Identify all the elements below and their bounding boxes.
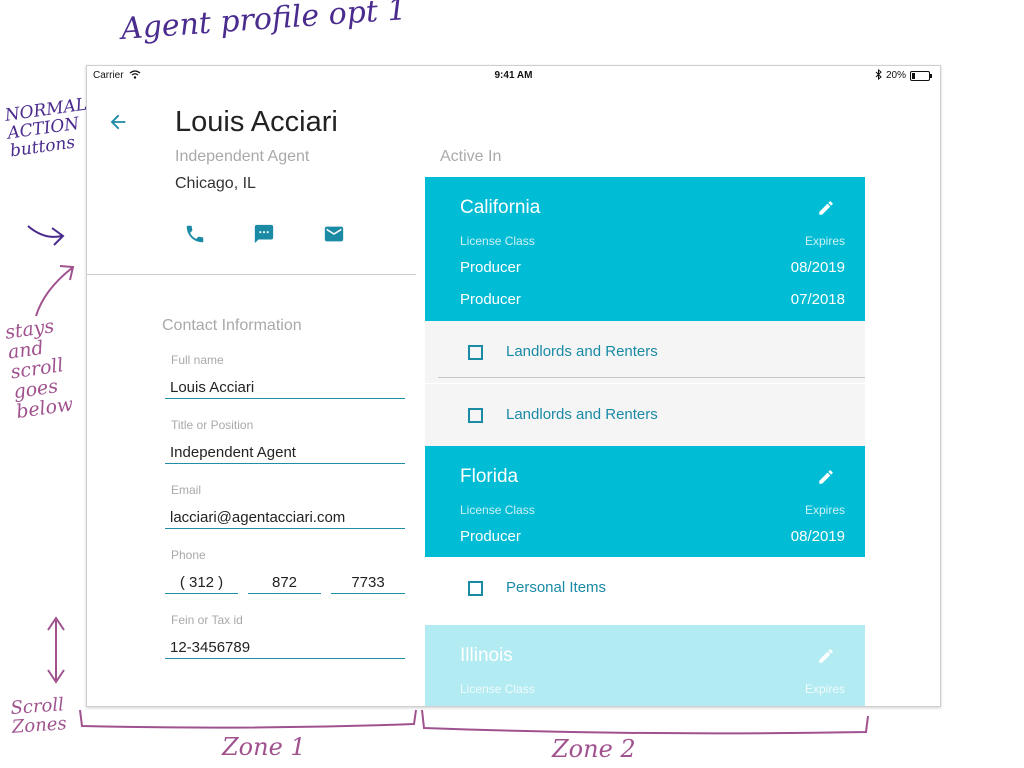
expires-label: Expires: [804, 234, 845, 248]
coverage-checkbox[interactable]: [468, 408, 483, 423]
licenses-scroll-panel[interactable]: California License Class Expires Produce…: [425, 177, 865, 706]
phone-line-input[interactable]: [331, 572, 405, 594]
license-class-value: Producer: [460, 528, 521, 545]
annotation-normal-action-buttons: NORMAL ACTION buttons: [3, 94, 89, 162]
battery-percent: 20%: [885, 70, 906, 81]
email-icon[interactable]: [323, 223, 345, 245]
email-input[interactable]: [165, 507, 405, 529]
coverage-label: Landlords and Renters: [506, 343, 658, 360]
expires-label: Expires: [804, 682, 845, 696]
coverage-divider: [438, 377, 865, 378]
agent-location: Chicago, IL: [175, 175, 256, 192]
status-time: 9:41 AM: [494, 70, 533, 81]
status-bar: Carrier 9:41 AM 20%: [87, 66, 940, 84]
fein-tax-id-input[interactable]: [165, 637, 405, 659]
contact-information-heading: Contact Information: [162, 317, 302, 334]
license-class-label: License Class: [460, 234, 535, 248]
edit-pencil-icon[interactable]: [817, 199, 835, 217]
device-screen: Carrier 9:41 AM 20% Louis Acciari Indepe…: [86, 65, 941, 707]
email-label: Email: [171, 483, 202, 497]
full-name-label: Full name: [171, 353, 224, 367]
license-expires-value: 07/2018: [790, 291, 845, 308]
state-name: California: [460, 197, 541, 218]
phone-prefix-input[interactable]: [248, 572, 321, 594]
state-card-florida: Florida License Class Expires Producer 0…: [425, 446, 865, 557]
phone-icon[interactable]: [184, 223, 206, 245]
expires-label: Expires: [804, 503, 845, 517]
license-class-value: Producer: [460, 259, 521, 276]
coverage-row[interactable]: Landlords and Renters: [425, 384, 865, 446]
state-name: Illinois: [460, 645, 513, 666]
coverage-row[interactable]: Personal Items: [425, 557, 865, 619]
header-divider: [87, 274, 416, 275]
agent-title: Independent Agent: [175, 148, 310, 165]
annotation-zone-2: Zone 2: [552, 735, 636, 763]
annotation-arrow-up: [35, 265, 75, 317]
edit-pencil-icon[interactable]: [817, 468, 835, 486]
coverage-checkbox[interactable]: [468, 345, 483, 360]
battery-level-fill: [912, 73, 915, 79]
title-position-input[interactable]: [165, 442, 405, 464]
coverage-checkbox[interactable]: [468, 581, 483, 596]
annotation-arrow-right: [27, 225, 65, 246]
annotation-stays-and-scroll: stays and scroll goes below: [3, 315, 75, 423]
full-name-input[interactable]: [165, 377, 405, 399]
agent-name: Louis Acciari: [175, 106, 338, 138]
state-card-california: California License Class Expires Produce…: [425, 177, 865, 321]
active-in-heading: Active In: [440, 148, 502, 165]
bluetooth-icon: [875, 69, 882, 80]
back-arrow-icon[interactable]: [107, 111, 129, 133]
state-card-illinois: Illinois License Class Expires: [425, 625, 865, 706]
phone-label: Phone: [171, 548, 206, 562]
fein-label: Fein or Tax id: [171, 613, 243, 627]
annotation-zone-1: Zone 1: [222, 733, 306, 761]
edit-pencil-icon[interactable]: [817, 647, 835, 665]
annotation-zone1-bracket: [79, 709, 417, 729]
annotation-double-arrow: [47, 616, 65, 684]
title-label: Title or Position: [171, 418, 254, 432]
coverage-label: Personal Items: [506, 579, 607, 596]
state-name: Florida: [460, 466, 519, 487]
phone-area-code-input[interactable]: [165, 572, 238, 594]
annotation-title: Agent profile opt 1: [119, 0, 408, 47]
battery-icon: [910, 71, 932, 81]
annotation-scroll-zones: Scroll Zones: [9, 694, 68, 738]
license-expires-value: 08/2019: [790, 259, 845, 276]
license-class-value: Producer: [460, 291, 521, 308]
coverage-label: Landlords and Renters: [506, 406, 658, 423]
license-class-label: License Class: [460, 682, 535, 696]
coverage-row[interactable]: Landlords and Renters: [425, 321, 865, 383]
license-expires-value: 08/2019: [790, 528, 845, 545]
message-icon[interactable]: [253, 223, 275, 245]
annotation-zone2-bracket: [421, 709, 869, 735]
license-class-label: License Class: [460, 503, 535, 517]
